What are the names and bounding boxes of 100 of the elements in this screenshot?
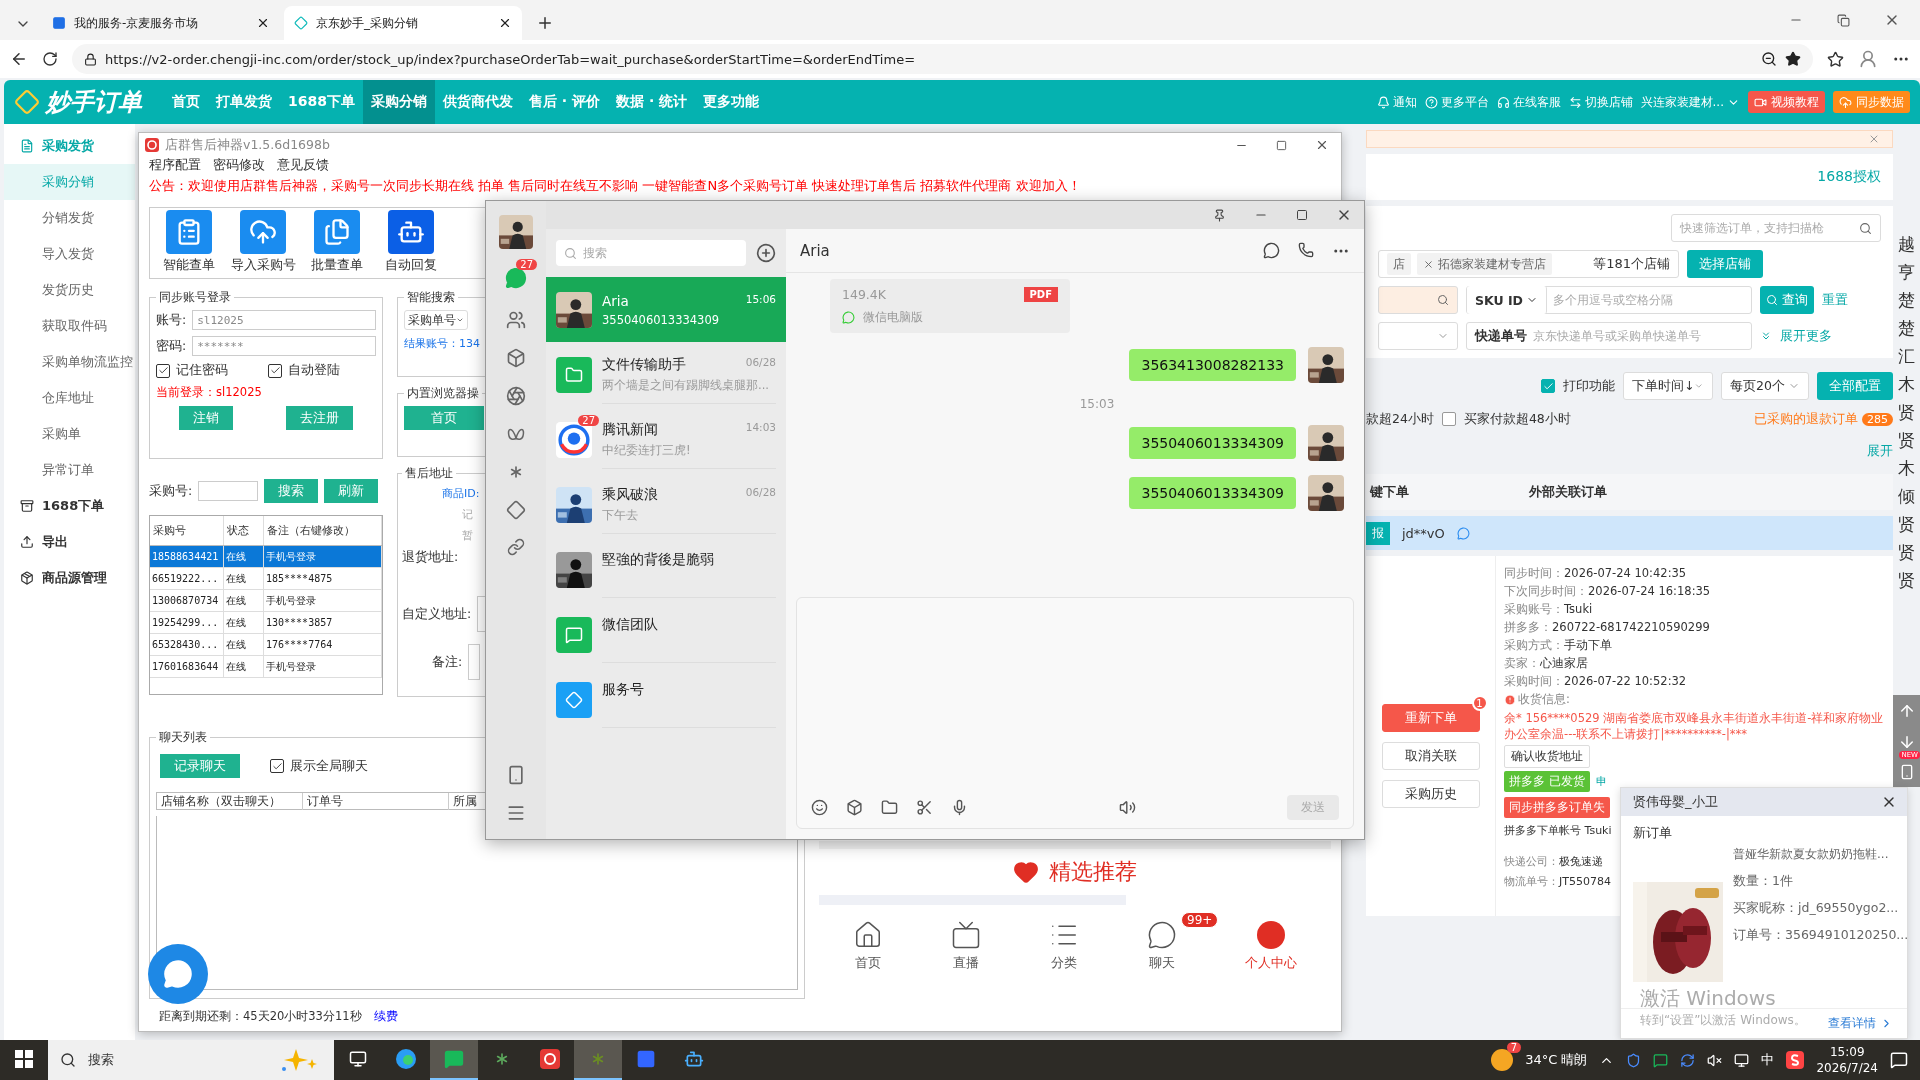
conversation-item[interactable]: 堅強的背後是脆弱 <box>546 537 786 602</box>
tool-button[interactable]: 导入采购号 <box>232 210 294 276</box>
profile-icon[interactable] <box>1858 49 1878 69</box>
table-row[interactable]: 19254299... 在线 130****3857 <box>150 612 382 634</box>
conversation-item[interactable]: 服务号 <box>546 667 786 732</box>
side-list-item[interactable]: 贤 <box>1898 514 1915 534</box>
bottom-nav-tab[interactable]: 个人中心 <box>1245 920 1297 972</box>
ime-logo-icon[interactable] <box>1786 1051 1805 1069</box>
microphone-icon[interactable] <box>951 799 968 816</box>
shield-icon[interactable] <box>1626 1052 1642 1068</box>
menu-item[interactable]: 意见反馈 <box>277 157 329 177</box>
pin-icon[interactable] <box>1213 208 1226 222</box>
view-details-link[interactable]: 查看详情 <box>1828 1015 1876 1032</box>
close-icon[interactable] <box>498 16 512 30</box>
conversation-item[interactable]: 27 腾讯新闻 14:03 中纪委连打三虎! <box>546 407 786 472</box>
note-field[interactable] <box>468 644 481 680</box>
notification-icon[interactable] <box>1890 1051 1908 1069</box>
maximize-icon[interactable] <box>1276 139 1287 151</box>
sidebar-item[interactable]: 采购单 <box>4 416 135 452</box>
side-list-item[interactable]: 贤 <box>1898 402 1915 422</box>
chat-icon[interactable] <box>505 267 527 289</box>
side-list-item[interactable]: 木 <box>1898 458 1915 478</box>
checkbox[interactable] <box>268 363 282 378</box>
taskbar-search[interactable]: 搜索 <box>48 1040 334 1080</box>
renew-link[interactable]: 续费 <box>373 1009 398 1024</box>
phone-icon[interactable] <box>506 765 526 785</box>
table-row[interactable]: 17601683644 在线 手机号登录 <box>150 656 382 678</box>
address-bar[interactable]: https://v2-order.chengji-inc.com/order/stock_up/index?purchaseOrderTab=wait_purchase&orderStartTime=&orderEndTime= <box>72 44 1813 74</box>
star-icon[interactable] <box>1785 51 1801 67</box>
side-list-item[interactable]: 倾 <box>1898 486 1915 506</box>
tool-button[interactable]: 自动回复 <box>380 210 442 276</box>
sidebar-section[interactable]: 导出 <box>4 524 135 560</box>
clock[interactable]: 15:09 2026/7/24 <box>1816 1044 1878 1076</box>
table-row[interactable]: 65328430... 在线 176****7764 <box>150 634 382 656</box>
menu-item[interactable]: 密码修改 <box>213 157 265 177</box>
back-icon[interactable] <box>10 50 28 68</box>
page-size-select[interactable]: 每页20个 <box>1721 372 1809 400</box>
sort-select[interactable]: 下单时间↓ <box>1623 372 1713 400</box>
bottom-nav-tab[interactable]: 直播 <box>951 920 981 972</box>
tool-button[interactable]: 批量查单 <box>306 210 368 276</box>
sidebar-item[interactable]: 采购单物流监控 <box>4 344 135 380</box>
emoji-icon[interactable] <box>811 799 828 816</box>
zoom-out-icon[interactable] <box>1761 51 1777 67</box>
add-icon[interactable] <box>756 243 776 263</box>
table-row[interactable]: 18588634421 在线 手机号登录 <box>150 546 382 568</box>
menu-item[interactable]: 程序配置 <box>149 157 201 177</box>
side-list-item[interactable]: 木 <box>1898 374 1915 394</box>
restore-icon[interactable] <box>1837 13 1850 27</box>
shop-select-field[interactable]: 店 拓德家装建材专营店 等181个店铺 <box>1378 250 1679 278</box>
order-action-button[interactable]: 取消关联 <box>1381 742 1480 770</box>
sidebar-item[interactable]: 获取取件码 <box>4 308 135 344</box>
bottom-nav-tab[interactable]: 首页 <box>853 920 883 972</box>
folder-icon[interactable] <box>881 799 898 816</box>
purchase-number-field[interactable] <box>198 481 259 501</box>
browser-tab[interactable]: 我的服务-京麦服务市场 <box>42 6 280 40</box>
browser-tab[interactable]: 京东妙手_采购分销 <box>284 6 522 40</box>
link-icon[interactable] <box>507 538 525 556</box>
chat-menu-icon[interactable] <box>1263 241 1280 259</box>
wechat-icon[interactable] <box>1653 1052 1669 1068</box>
filter-checkbox[interactable] <box>1441 412 1456 426</box>
sidebar-section[interactable]: 1688下单 <box>4 488 135 524</box>
side-list-item[interactable]: 楚 <box>1898 290 1915 310</box>
nav-tab[interactable]: 采购分销 <box>362 80 435 124</box>
side-list-item[interactable]: 楚 <box>1898 318 1915 338</box>
sidebar-item[interactable]: 仓库地址 <box>4 380 135 416</box>
close-icon[interactable] <box>1315 138 1329 152</box>
mute-icon[interactable] <box>1707 1052 1723 1068</box>
reload-icon[interactable] <box>42 51 58 67</box>
remove-icon[interactable] <box>1423 258 1434 270</box>
diamond-icon[interactable] <box>506 500 526 520</box>
express-number-field[interactable]: 快递单号 京东快递单号或采购单快递单号 <box>1466 322 1752 350</box>
password-field[interactable]: ******* <box>192 336 376 356</box>
network-icon[interactable] <box>1734 1052 1750 1068</box>
bottom-nav-tab[interactable]: 聊天 <box>1147 920 1177 972</box>
side-list-item[interactable]: 汇 <box>1898 346 1915 366</box>
checkbox[interactable] <box>270 759 284 773</box>
sidebar-item[interactable]: 分销发货 <box>4 200 135 236</box>
maximize-icon[interactable] <box>1296 209 1308 221</box>
aperture-icon[interactable] <box>506 386 526 406</box>
contacts-icon[interactable] <box>506 310 526 330</box>
input-method[interactable]: 中 <box>1761 1051 1775 1069</box>
side-list-item[interactable]: 亨 <box>1898 262 1915 282</box>
favorites-icon[interactable] <box>1827 50 1844 68</box>
chat-icon[interactable] <box>1456 526 1470 540</box>
search-type-select[interactable]: 采购单号 <box>404 310 468 330</box>
side-list-item[interactable]: 贤 <box>1898 570 1915 590</box>
conversation-item[interactable]: 微信团队 <box>546 602 786 667</box>
bottom-nav-tab[interactable]: 分类 <box>1049 920 1079 972</box>
close-icon[interactable] <box>256 16 270 30</box>
confirm-address-button[interactable]: 确认收货地址 <box>1504 745 1590 768</box>
voice-icon[interactable] <box>1119 799 1136 816</box>
sidebar-item[interactable]: 异常订单 <box>4 452 135 488</box>
table-row[interactable]: 66519222... 在线 185****4875 <box>150 568 382 590</box>
print-checkbox[interactable] <box>1541 379 1555 393</box>
conversation-item[interactable]: 乘风破浪 06/28 下午去 <box>546 472 786 537</box>
sku-select[interactable]: SKU ID <box>1467 286 1547 314</box>
sidebar-section[interactable]: 商品源管理 <box>4 560 135 596</box>
menu-icon[interactable] <box>506 803 526 823</box>
new-tab-icon[interactable] <box>536 14 554 32</box>
side-list-item[interactable]: 贤 <box>1898 542 1915 562</box>
